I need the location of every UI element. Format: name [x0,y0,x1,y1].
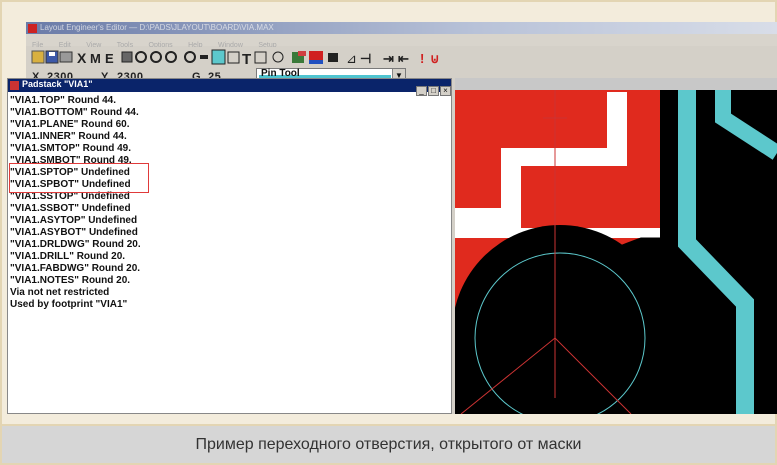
svg-text:E: E [105,51,114,66]
caption-text: Пример переходного отверстия, открытого … [195,436,582,453]
copper-icon[interactable] [227,51,240,64]
pad-icon[interactable] [211,49,226,65]
window-title: Layout Engineer's Editor — D:\PADS\JLAYO… [40,23,274,32]
display-icon[interactable] [328,53,338,62]
svg-text:⇥: ⇥ [383,51,394,66]
padstack-line: "VIA1.PLANE" Round 60. [10,119,130,130]
svg-text:T: T [242,51,251,67]
solder-mask-highlight-box [9,163,149,193]
padstack-listing: "VIA1.TOP" Round 44. "VIA1.BOTTOM" Round… [10,95,141,311]
title-bar: Layout Engineer's Editor — D:\PADS\JLAYO… [26,22,777,34]
maximize-button[interactable]: □ [428,86,439,96]
svg-text:!: ! [420,51,424,66]
mirror-icon[interactable]: M [90,51,101,66]
print-icon[interactable] [59,51,73,63]
open-icon[interactable] [31,50,45,64]
zoom-out-icon[interactable] [150,51,162,63]
padstack-line: "VIA1.SMTOP" Round 49. [10,143,131,154]
padstack-line: "VIA1.BOTTOM" Round 44. [10,107,139,118]
pcb-canvas[interactable] [455,78,777,414]
close-button[interactable]: × [440,86,451,96]
color-icon[interactable] [309,51,323,64]
padstack-line: "VIA1.NOTES" Round 20. [10,275,131,286]
svg-text:⊍: ⊍ [430,51,440,66]
padstack-footer-line: Via not net restricted [10,287,110,298]
padstack-footer-line: Used by footprint "VIA1" [10,299,128,310]
padstack-line: "VIA1.INNER" Round 44. [10,131,127,142]
route-icon[interactable]: ⊿ [346,51,357,66]
dimension-icon[interactable] [254,51,267,64]
layers-icon[interactable] [292,51,306,63]
padstack-icon [10,81,19,90]
padstack-line: "VIA1.SSBOT" Undefined [10,203,131,214]
text-icon[interactable]: T [242,51,251,68]
svg-text:X: X [77,50,87,66]
svg-text:⊿: ⊿ [346,51,357,66]
app-icon [28,24,37,33]
padstack-line: "VIA1.FABDWG" Round 20. [10,263,141,274]
circle-icon[interactable] [272,51,284,63]
figure-caption: Пример переходного отверстия, открытого … [2,424,775,463]
padstack-line: "VIA1.ASYBOT" Undefined [10,227,138,238]
canvas-header [455,78,777,90]
menu-bar: File Edit View Tools Options Help Window… [26,34,777,49]
zoom-in-icon[interactable] [135,51,147,63]
alert-icon[interactable]: ! [420,51,424,66]
minimize-button[interactable]: _ [416,86,427,96]
query-icon[interactable] [184,51,196,63]
padstack-title: Padstack "VIA1" [22,79,93,89]
svg-text:⊣: ⊣ [360,51,371,66]
line-icon[interactable] [200,55,208,59]
padstack-line: "VIA1.TOP" Round 44. [10,95,116,106]
padstack-window: Padstack "VIA1" _ □ × "VIA1.TOP" Round 44.… [7,78,452,414]
svg-text:⇤: ⇤ [398,51,409,66]
toolbar: X M E T ⊿ ⊣ ⇥ ⇤ ! ⊍ [26,47,777,68]
save-icon[interactable] [45,50,59,64]
svg-text:M: M [90,51,101,66]
padstack-line: "VIA1.DRILL" Round 20. [10,251,126,262]
disconnect-icon[interactable]: ⇤ [398,51,409,66]
padstack-title-bar[interactable]: Padstack "VIA1" _ □ × [8,79,451,96]
drc-icon[interactable]: ⊍ [430,51,440,66]
pcb-drawing [455,90,777,414]
edit-icon[interactable]: E [105,51,114,66]
connect-icon[interactable]: ⇥ [383,51,394,66]
zoom-window-icon[interactable] [165,51,177,63]
split-icon[interactable]: ⊣ [360,51,371,66]
toolbar-icons: X M E T ⊿ ⊣ ⇥ ⇤ ! ⊍ [31,49,440,68]
padstack-line: "VIA1.ASYTOP" Undefined [10,215,138,226]
padstack-line: "VIA1.DRLDWG" Round 20. [10,239,141,250]
cut-icon[interactable]: X [77,50,87,66]
zoom-all-icon[interactable] [121,51,133,63]
